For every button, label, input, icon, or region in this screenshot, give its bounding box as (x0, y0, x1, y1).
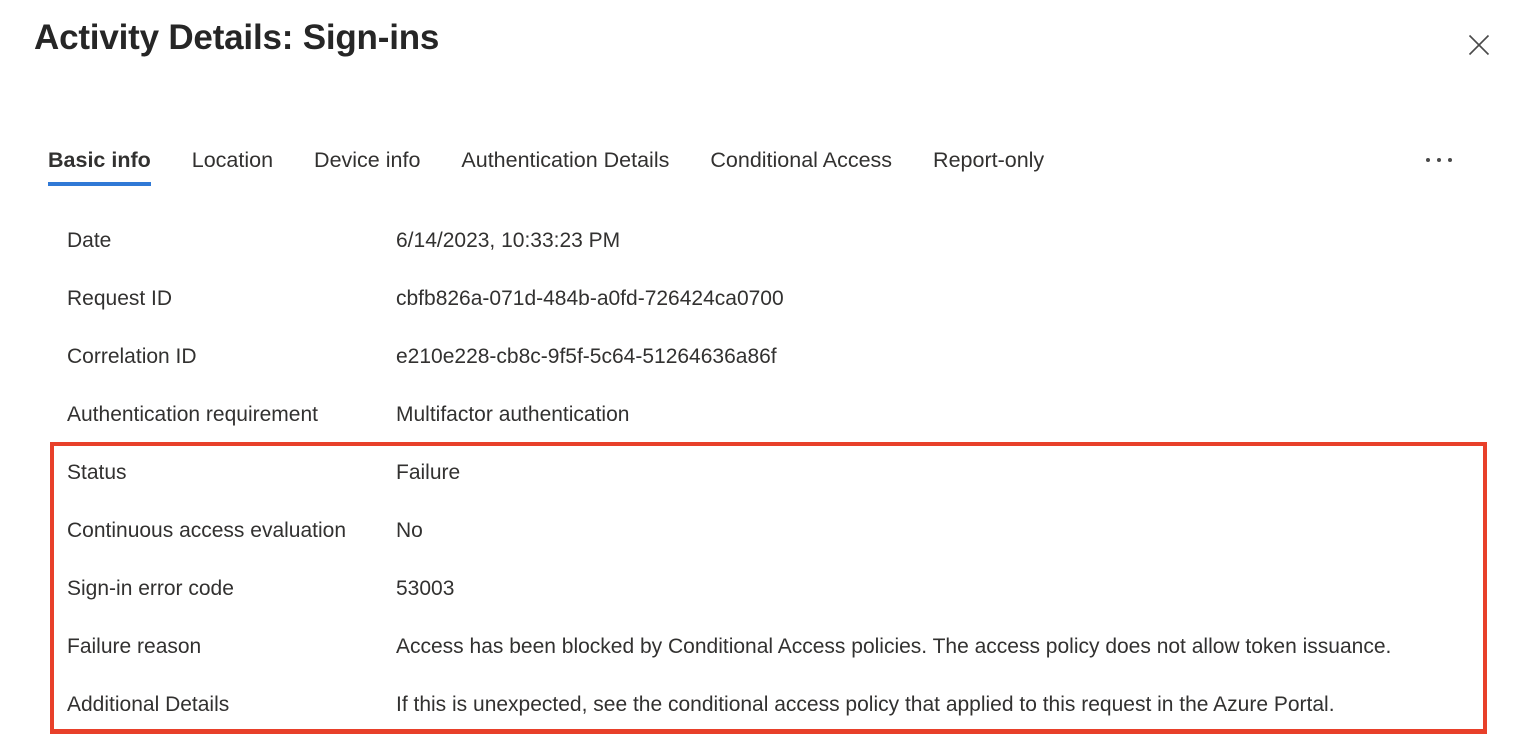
detail-row-correlation-id: Correlation ID e210e228-cb8c-9f5f-5c64-5… (0, 328, 1536, 386)
detail-row-status: Status Failure (0, 444, 1536, 502)
detail-row-sign-in-error-code: Sign-in error code 53003 (0, 560, 1536, 618)
detail-label: Request ID (67, 287, 173, 310)
detail-label: Date (67, 229, 112, 252)
detail-label: Continuous access evaluation (67, 519, 347, 542)
tab-label: Basic info (48, 148, 151, 172)
detail-value: e210e228-cb8c-9f5f-5c64-51264636a86f (396, 345, 777, 368)
tab-label: Authentication Details (461, 148, 670, 172)
tab-label: Location (191, 148, 274, 172)
ellipsis-dot (1448, 158, 1452, 162)
ellipsis-dot (1426, 158, 1430, 162)
detail-value: If this is unexpected, see the condition… (396, 693, 1335, 716)
close-icon (1468, 34, 1490, 56)
ellipsis-icon[interactable] (1422, 152, 1456, 168)
detail-row-date: Date 6/14/2023, 10:33:23 PM (0, 212, 1536, 270)
detail-list: Date 6/14/2023, 10:33:23 PM Request ID c… (0, 212, 1536, 734)
detail-label: Correlation ID (67, 345, 197, 368)
panel-header: Activity Details: Sign-ins (0, 0, 1536, 96)
detail-label: Authentication requirement (67, 403, 318, 426)
detail-label: Failure reason (67, 635, 202, 658)
ellipsis-dot (1437, 158, 1441, 162)
tab-basic-info[interactable]: Basic info (48, 146, 151, 186)
detail-row-failure-reason: Failure reason Access has been blocked b… (0, 618, 1536, 676)
tab-location[interactable]: Location (192, 146, 273, 186)
detail-value: Access has been blocked by Conditional A… (396, 635, 1392, 658)
detail-value: No (396, 519, 423, 542)
detail-row-additional-details: Additional Details If this is unexpected… (0, 676, 1536, 734)
tab-label: Report-only (933, 148, 1045, 172)
tab-report-only[interactable]: Report-only (933, 146, 1044, 186)
detail-value: 6/14/2023, 10:33:23 PM (396, 229, 621, 252)
detail-row-continuous-access-evaluation: Continuous access evaluation No (0, 502, 1536, 560)
page-title: Activity Details: Sign-ins (34, 18, 440, 57)
tab-conditional-access[interactable]: Conditional Access (710, 146, 892, 186)
status-badge: Failure (396, 461, 461, 484)
detail-label: Sign-in error code (67, 577, 234, 600)
tab-label: Device info (314, 148, 421, 172)
tab-bar: Basic info Location Device info Authenti… (48, 146, 1496, 192)
tab-authentication-details[interactable]: Authentication Details (461, 146, 669, 186)
close-button[interactable] (1462, 28, 1496, 62)
detail-row-request-id: Request ID cbfb826a-071d-484b-a0fd-72642… (0, 270, 1536, 328)
detail-value: 53003 (396, 577, 455, 600)
detail-row-authentication-requirement: Authentication requirement Multifactor a… (0, 386, 1536, 444)
detail-value: Multifactor authentication (396, 403, 630, 426)
detail-value: cbfb826a-071d-484b-a0fd-726424ca0700 (396, 287, 784, 310)
tab-device-info[interactable]: Device info (314, 146, 420, 186)
detail-label: Additional Details (67, 693, 230, 716)
detail-label: Status (67, 461, 127, 484)
tab-label: Conditional Access (710, 148, 893, 172)
